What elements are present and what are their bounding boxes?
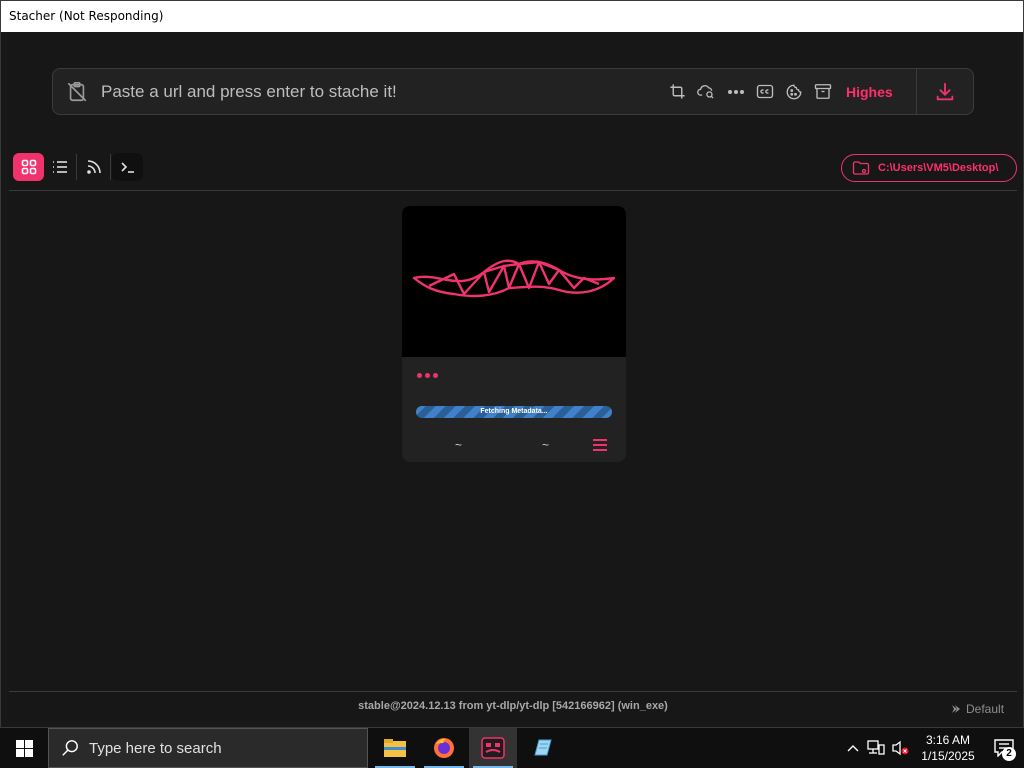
rss-icon[interactable] xyxy=(78,153,109,181)
url-tools: Highes xyxy=(668,82,916,101)
download-path-button[interactable]: C:\Users\VM5\Desktop\ xyxy=(841,154,1017,182)
folder-settings-icon xyxy=(852,161,870,175)
notification-icon[interactable]: 2 xyxy=(984,728,1024,768)
archive-icon[interactable] xyxy=(813,82,832,101)
clock[interactable]: 3:16 AM 1/15/2025 xyxy=(912,732,984,764)
windows-start-icon[interactable] xyxy=(0,728,48,768)
download-card[interactable]: Fetching Metadata... ~ ~ xyxy=(402,206,626,462)
more-icon[interactable] xyxy=(726,82,745,101)
app-body: Highes xyxy=(9,32,1017,722)
loading-dots xyxy=(417,373,438,378)
header-divider xyxy=(9,190,1017,191)
search-icon xyxy=(62,740,78,756)
chevron-right-icon xyxy=(952,705,960,713)
cookie-icon[interactable] xyxy=(784,82,803,101)
clock-time: 3:16 AM xyxy=(925,733,971,747)
window-title: Stacher (Not Responding) xyxy=(1,1,1023,32)
cloud-search-icon[interactable] xyxy=(697,82,716,101)
download-icon[interactable] xyxy=(917,69,973,114)
profile-selector[interactable]: Default xyxy=(951,702,1004,716)
card-duration-value: ~ xyxy=(542,438,550,452)
network-icon[interactable] xyxy=(864,739,888,758)
grid-view-icon[interactable] xyxy=(13,153,44,181)
card-menu-icon[interactable] xyxy=(592,438,608,457)
crop-icon[interactable] xyxy=(668,82,687,101)
quality-select[interactable]: Highes xyxy=(846,84,894,100)
firefox-icon[interactable] xyxy=(420,728,468,768)
clipboard-off-icon[interactable] xyxy=(53,81,101,103)
progress-bar: Fetching Metadata... xyxy=(416,406,612,418)
taskbar-search[interactable]: Type here to search xyxy=(48,728,368,768)
terminal-icon[interactable] xyxy=(112,153,143,181)
list-view-icon[interactable] xyxy=(44,153,75,181)
notepad-icon[interactable] xyxy=(518,728,566,768)
stacher-logo xyxy=(412,259,616,297)
taskbar: Type here to search 3:16 AM 1/15/2025 2 xyxy=(0,728,1024,768)
view-toggle xyxy=(13,153,143,181)
clock-date: 1/15/2025 xyxy=(921,749,975,763)
system-tray: 3:16 AM 1/15/2025 2 xyxy=(842,728,1024,768)
notification-count: 2 xyxy=(1002,747,1016,761)
view-divider xyxy=(76,154,77,180)
view-divider xyxy=(110,154,111,180)
stacher-taskbar-icon[interactable] xyxy=(469,728,517,768)
captions-icon[interactable] xyxy=(755,82,774,101)
download-path-label: C:\Users\VM5\Desktop\ xyxy=(878,162,999,174)
url-input[interactable] xyxy=(101,81,668,102)
url-bar: Highes xyxy=(52,68,974,115)
volume-muted-icon[interactable] xyxy=(888,739,912,758)
card-size-value: ~ xyxy=(455,438,463,452)
status-divider xyxy=(9,691,1017,692)
progress-label: Fetching Metadata... xyxy=(480,408,548,415)
card-thumbnail xyxy=(402,206,626,357)
chevron-up-icon[interactable] xyxy=(842,739,864,758)
profile-label: Default xyxy=(966,702,1005,716)
app-window: Stacher (Not Responding) Paste a url and… xyxy=(0,0,1024,728)
version-status: stable@2024.12.13 from yt-dlp/yt-dlp [54… xyxy=(358,700,668,712)
search-placeholder: Type here to search xyxy=(89,739,222,757)
desktop: Stacher (Not Responding) Paste a url and… xyxy=(0,0,1024,768)
file-explorer-icon[interactable] xyxy=(371,728,419,768)
